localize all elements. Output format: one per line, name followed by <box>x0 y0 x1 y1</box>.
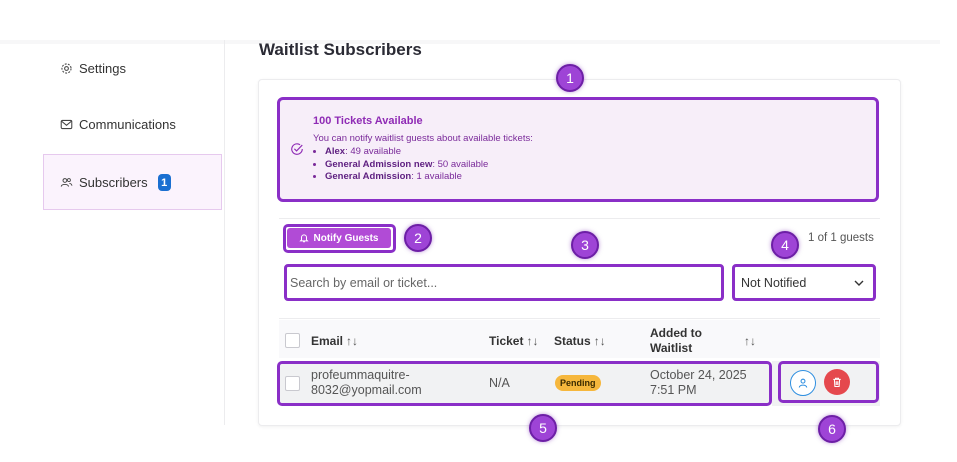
sidebar-item-communications[interactable]: Communications <box>60 117 176 132</box>
search-field[interactable] <box>284 264 724 301</box>
sidebar-item-label: Settings <box>79 61 126 76</box>
callout-marker: 6 <box>818 415 846 443</box>
sidebar-item-label: Subscribers <box>79 175 148 190</box>
column-label: Email <box>311 334 344 348</box>
sidebar <box>0 40 225 425</box>
sort-icon: ↑↓ <box>744 334 756 348</box>
sort-icon: ↑↓ <box>526 334 539 348</box>
callout-marker: 2 <box>404 224 432 252</box>
column-header-added[interactable]: Added to Waitlist <box>650 326 720 356</box>
ticket-name: General Admission new <box>325 158 433 170</box>
notify-guests-label: Notify Guests <box>313 232 379 244</box>
check-circle-icon <box>291 143 303 155</box>
user-icon <box>798 378 808 388</box>
column-label: Ticket <box>489 334 524 348</box>
bell-icon <box>299 234 310 243</box>
column-label: Added to Waitlist <box>650 326 702 355</box>
notify-guests-button[interactable]: Notify Guests <box>287 228 391 248</box>
page-title: Waitlist Subscribers <box>259 40 422 59</box>
column-header-status[interactable]: Status ↑↓ <box>554 334 606 348</box>
ticket-availability: : 1 available <box>411 171 462 182</box>
list-item: General Admission: 1 available <box>325 171 488 184</box>
status-filter-select[interactable]: Not Notified <box>732 264 876 301</box>
search-input[interactable] <box>287 275 721 290</box>
email-line: 8032@yopmail.com <box>311 383 422 397</box>
status-badge: Pending <box>555 375 601 391</box>
email-line: profeummaquitre- <box>311 368 410 382</box>
ticket-availability: : 49 available <box>345 146 402 157</box>
row-added: October 24, 2025 7:51 PM <box>650 368 747 398</box>
added-date: October 24, 2025 <box>650 368 747 382</box>
users-icon <box>60 178 73 187</box>
sidebar-item-settings[interactable]: Settings <box>60 61 126 76</box>
guest-count: 1 of 1 guests <box>808 232 874 244</box>
alert-title: 100 Tickets Available <box>313 115 423 127</box>
view-user-button[interactable] <box>790 370 816 396</box>
column-label: Status <box>554 334 591 348</box>
sidebar-item-label: Communications <box>79 117 176 132</box>
list-item: Alex: 49 available <box>325 146 488 159</box>
tickets-available-alert: 100 Tickets Available You can notify wai… <box>277 97 879 202</box>
filter-selected-value: Not Notified <box>741 275 807 290</box>
ticket-name: Alex <box>325 146 346 157</box>
divider <box>279 218 880 219</box>
added-time: 7:51 PM <box>650 383 697 397</box>
alert-ticket-list: Alex: 49 available General Admission new… <box>313 146 488 184</box>
callout-marker: 1 <box>556 64 584 92</box>
column-header-added-sort[interactable]: ↑↓ <box>741 334 756 348</box>
gear-icon <box>61 63 72 74</box>
column-header-ticket[interactable]: Ticket ↑↓ <box>489 334 538 348</box>
row-ticket: N/A <box>489 376 510 390</box>
callout-marker: 5 <box>529 414 557 442</box>
ticket-availability: : 50 available <box>432 158 489 170</box>
sidebar-item-subscribers[interactable]: Subscribers 1 <box>60 174 171 191</box>
sort-icon: ↑↓ <box>346 334 359 348</box>
callout-marker: 3 <box>571 231 599 259</box>
delete-button[interactable] <box>824 369 850 395</box>
alert-description: You can notify waitlist guests about ava… <box>313 133 533 144</box>
column-header-email[interactable]: Email ↑↓ <box>311 334 358 348</box>
row-checkbox[interactable] <box>285 376 300 391</box>
row-email: profeummaquitre- 8032@yopmail.com <box>311 368 422 398</box>
list-item: General Admission new: 50 available <box>325 159 488 172</box>
mail-icon <box>60 119 73 130</box>
divider <box>279 318 880 319</box>
count-badge: 1 <box>157 174 171 191</box>
chevron-down-icon <box>854 280 864 286</box>
sort-icon: ↑↓ <box>593 334 606 348</box>
select-all-checkbox[interactable] <box>285 333 300 348</box>
ticket-name: General Admission <box>325 171 412 182</box>
callout-marker: 4 <box>771 231 799 259</box>
trash-icon <box>833 377 841 388</box>
